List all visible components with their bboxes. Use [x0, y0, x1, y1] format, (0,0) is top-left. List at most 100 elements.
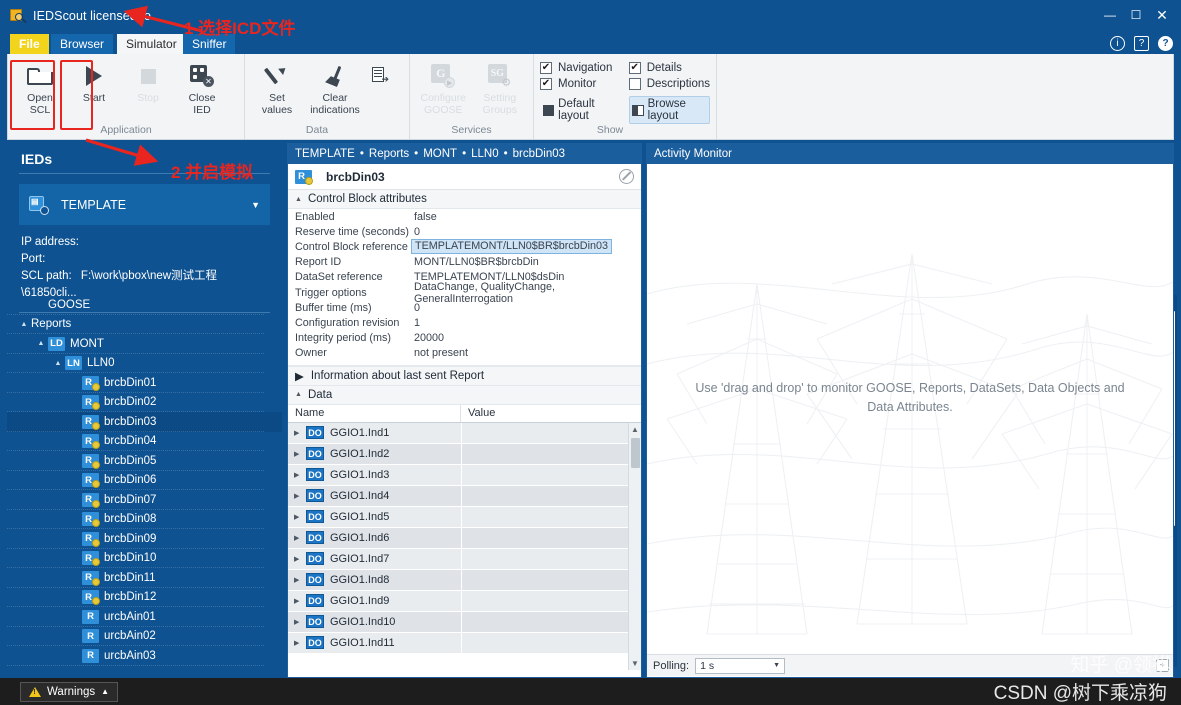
cell-value[interactable]	[461, 548, 641, 569]
chevron-right-icon[interactable]: ▶	[295, 369, 304, 383]
set-values-button[interactable]: Set values	[251, 58, 303, 117]
table-row[interactable]: ▶ DO GGIO1.Ind7	[288, 548, 641, 570]
tree-twisty-icon[interactable]: ▲	[34, 340, 48, 347]
tree-node[interactable]: RbrcbDin12	[7, 588, 282, 607]
add-monitor-button[interactable]: +	[1156, 659, 1169, 672]
tree-node[interactable]: RbrcbDin06	[7, 471, 282, 490]
chevron-right-icon[interactable]: ▶	[294, 471, 306, 479]
breadcrumb-item-0[interactable]: TEMPLATE	[295, 148, 355, 160]
cell-value[interactable]	[461, 464, 641, 485]
breadcrumb-item-3[interactable]: LLN0	[471, 148, 499, 160]
tree-node[interactable]: RurcbAin02	[7, 627, 282, 646]
minimize-button[interactable]: —	[1097, 4, 1123, 26]
help-icon[interactable]: ?	[1158, 36, 1173, 51]
attribute-row[interactable]: Owner not present	[288, 346, 641, 361]
table-row[interactable]: ▶ DO GGIO1.Ind5	[288, 506, 641, 528]
chevron-down-icon[interactable]: ▼	[251, 200, 260, 210]
attribute-value[interactable]: 0	[410, 226, 420, 238]
chevron-right-icon[interactable]: ▶	[294, 513, 306, 521]
tree-node[interactable]: RbrcbDin01	[7, 373, 282, 393]
chevron-up-icon[interactable]: ▲	[295, 196, 302, 203]
tree-node[interactable]: RbrcbDin09	[7, 529, 282, 549]
chevron-down-icon[interactable]: ▼	[773, 662, 784, 669]
chevron-right-icon[interactable]: ▶	[294, 639, 306, 647]
breadcrumb-item-4[interactable]: brcbDin03	[513, 148, 565, 160]
tab-simulator[interactable]: Simulator	[117, 34, 186, 54]
attribute-value[interactable]: TEMPLATEMONT/LLN0$BR$brcbDin03	[411, 239, 613, 255]
browse-layout-button[interactable]: Browse layout	[628, 96, 710, 124]
close-ied-button[interactable]: ✕ Close IED	[176, 58, 228, 117]
chevron-right-icon[interactable]: ▶	[294, 576, 306, 584]
setting-groups-button[interactable]: SG ⚙ Setting Groups	[473, 58, 528, 117]
attribute-value[interactable]: 1	[410, 317, 420, 329]
column-header-value[interactable]: Value	[461, 405, 641, 422]
table-row[interactable]: ▶ DO GGIO1.Ind2	[288, 443, 641, 465]
chevron-right-icon[interactable]: ▶	[294, 492, 306, 500]
cell-value[interactable]	[461, 632, 641, 653]
attribute-value[interactable]: 20000	[410, 332, 444, 344]
tree-node[interactable]: ▲ LD MONT	[7, 334, 282, 354]
tree-node[interactable]: RurcbAin01	[7, 607, 282, 627]
cell-value[interactable]	[461, 611, 641, 632]
grid-scroll-down[interactable]: ▼	[629, 657, 641, 670]
no-entry-icon[interactable]	[619, 169, 634, 184]
cell-value[interactable]	[461, 506, 641, 527]
info-icon[interactable]: i	[1110, 36, 1125, 51]
breadcrumb-item-2[interactable]: MONT	[423, 148, 457, 160]
attribute-row[interactable]: Configuration revision 1	[288, 315, 641, 330]
attribute-row[interactable]: Integrity period (ms) 20000	[288, 331, 641, 346]
checkbox-details[interactable]: ✔	[628, 62, 641, 74]
checkbox-descriptions[interactable]	[628, 78, 641, 90]
cell-value[interactable]	[461, 569, 641, 590]
table-row[interactable]: ▶ DO GGIO1.Ind10	[288, 611, 641, 633]
tree-node[interactable]: ▲ LN LLN0	[7, 354, 282, 373]
attribute-row[interactable]: Trigger options DataChange, QualityChange…	[288, 281, 641, 305]
checkbox-monitor-row[interactable]: ✔ Monitor	[540, 78, 615, 90]
tree-node[interactable]: RbrcbDin07	[7, 490, 282, 510]
close-button[interactable]: ✕	[1149, 4, 1175, 26]
chevron-right-icon[interactable]: ▶	[294, 555, 306, 563]
checkbox-descriptions-row[interactable]: Descriptions	[628, 78, 710, 90]
checkbox-monitor[interactable]: ✔	[540, 78, 552, 90]
tree-node[interactable]: RbrcbDin11	[7, 568, 282, 588]
cell-value[interactable]	[461, 443, 641, 464]
tree-node[interactable]: RbrcbDin03	[7, 412, 282, 432]
data-grid-scrollbar[interactable]: ▲ ▼	[628, 422, 641, 670]
polling-select[interactable]: 1 s ▼	[695, 657, 786, 674]
attribute-value[interactable]: not present	[410, 347, 468, 359]
section-last-sent-report[interactable]: ▶ Information about last sent Report	[288, 365, 641, 386]
table-row[interactable]: ▶ DO GGIO1.Ind3	[288, 464, 641, 486]
clear-indications-button[interactable]: Clear indications	[305, 58, 365, 117]
attribute-value[interactable]: 0	[410, 302, 420, 314]
warnings-button[interactable]: Warnings ▲	[20, 681, 119, 702]
maximize-button[interactable]: ☐	[1123, 4, 1149, 26]
grid-scroll-up[interactable]: ▲	[629, 423, 641, 436]
table-row[interactable]: ▶ DO GGIO1.Ind6	[288, 527, 641, 549]
section-data[interactable]: ▲ Data	[288, 385, 641, 405]
table-row[interactable]: ▶ DO GGIO1.Ind9	[288, 590, 641, 612]
attribute-row[interactable]: Control Block reference TEMPLATEMONT/LLN0…	[288, 239, 641, 255]
configure-goose-button[interactable]: G ▶ Configure GOOSE	[416, 58, 471, 117]
checkbox-navigation[interactable]: ✔	[540, 62, 552, 74]
attribute-value[interactable]: DataChange, QualityChange, GeneralInterr…	[410, 281, 641, 305]
chevron-up-icon[interactable]: ▲	[101, 687, 109, 696]
chevron-right-icon[interactable]: ▶	[294, 450, 306, 458]
tree-node[interactable]: GOOSE	[7, 295, 282, 315]
tree-node[interactable]: RbrcbDin05	[7, 451, 282, 471]
grid-scroll-thumb[interactable]	[631, 437, 640, 468]
cell-value[interactable]	[461, 527, 641, 548]
chevron-right-icon[interactable]: ▶	[294, 618, 306, 626]
table-row[interactable]: ▶ DO GGIO1.Ind4	[288, 485, 641, 507]
section-control-block-attributes[interactable]: ▲ Control Block attributes	[288, 190, 641, 209]
chevron-up-icon[interactable]: ▲	[295, 391, 302, 398]
table-row[interactable]: ▶ DO GGIO1.Ind1	[288, 422, 641, 444]
start-button[interactable]: Start	[68, 58, 120, 105]
tree-node[interactable]: RbrcbDin04	[7, 432, 282, 451]
tree-node[interactable]: ▲ Reports	[7, 315, 282, 334]
attribute-row[interactable]: Report ID MONT/LLN0$BR$brcbDin	[288, 255, 641, 270]
tab-file[interactable]: File	[10, 34, 49, 54]
table-row[interactable]: ▶ DO GGIO1.Ind8	[288, 569, 641, 591]
checkbox-navigation-row[interactable]: ✔ Navigation	[540, 62, 615, 74]
attribute-row[interactable]: Enabled false	[288, 209, 641, 224]
breadcrumb-item-1[interactable]: Reports	[369, 148, 409, 160]
